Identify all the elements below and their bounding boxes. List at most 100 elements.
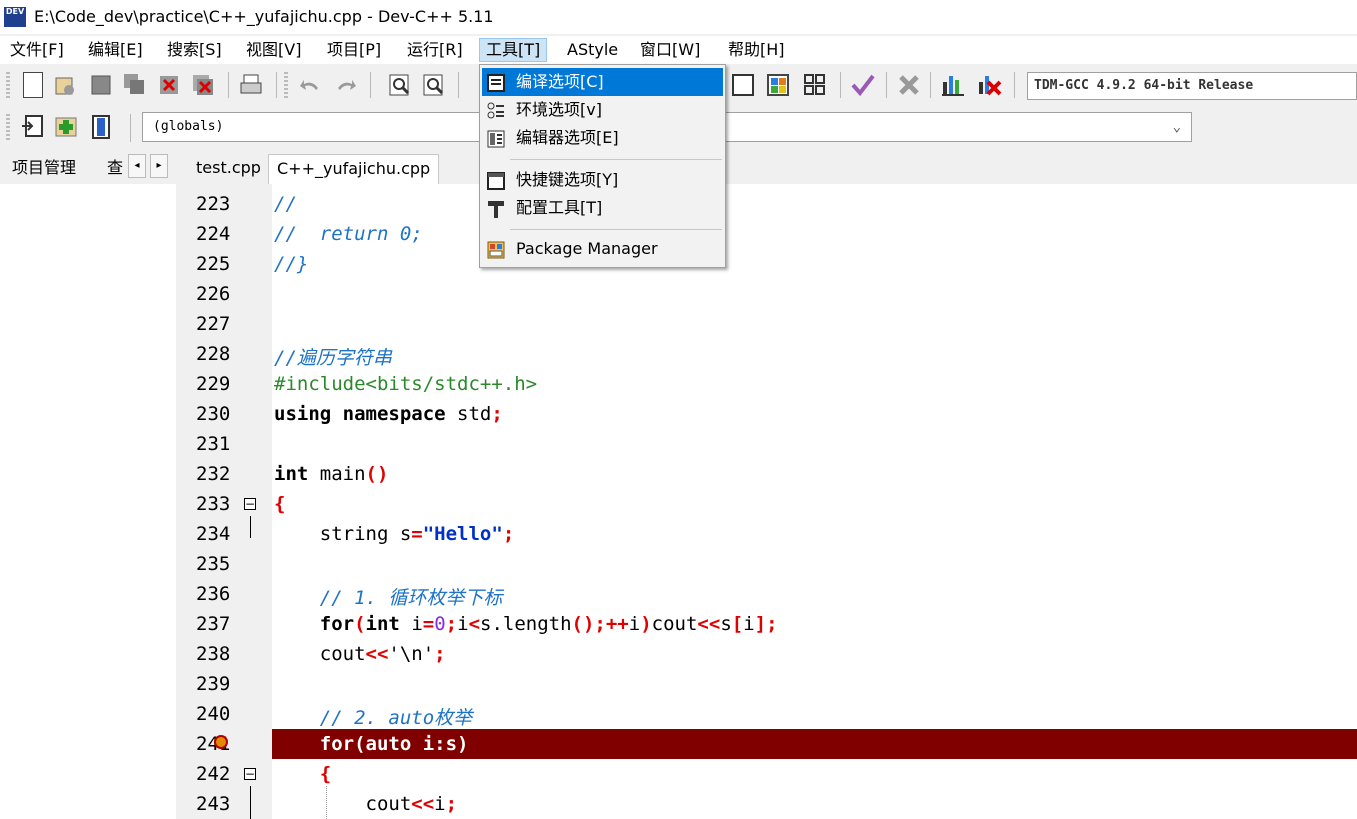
code-text: string s="Hello"; xyxy=(274,523,515,545)
menu-file[interactable]: 文件[F] xyxy=(4,38,70,62)
line-number: 224 xyxy=(196,223,231,245)
toolbar-divider xyxy=(930,72,931,98)
menu-item-package-manager[interactable]: Package Manager xyxy=(482,235,723,263)
stop-icon[interactable] xyxy=(896,72,922,98)
profile-chart-icon[interactable] xyxy=(940,72,966,98)
code-text: #include<bits/stdc++.h> xyxy=(274,373,538,395)
toolbar-grip[interactable] xyxy=(6,114,10,142)
line-number: 233 xyxy=(196,493,231,515)
code-line: 237 for(int i=0;i<s.length();++i)cout<<s… xyxy=(186,609,1357,639)
code-identifier: i xyxy=(457,613,469,635)
code-text: using namespace std; xyxy=(274,403,503,425)
window-title: E:\Code_dev\practice\C++_yufajichu.cpp -… xyxy=(34,7,494,26)
code-editor[interactable]: 223 // 224 // return 0; 225 //} 226 227 … xyxy=(186,184,1357,819)
editor-options-icon xyxy=(487,129,505,148)
new-file-icon[interactable] xyxy=(23,72,43,98)
menu-project[interactable]: 项目[P] xyxy=(321,38,387,62)
compiler-select[interactable]: TDM-GCC 4.9.2 64-bit Release xyxy=(1027,72,1357,100)
find-icon[interactable] xyxy=(388,72,414,98)
file-tab-cpp-yufajichu[interactable]: C++_yufajichu.cpp xyxy=(268,154,440,184)
code-symbol: << xyxy=(411,793,435,815)
code-string: "Hello" xyxy=(422,523,503,545)
menu-astyle[interactable]: AStyle xyxy=(561,38,624,62)
close-all-icon[interactable] xyxy=(190,72,216,98)
grid-view-icon[interactable] xyxy=(802,72,828,98)
code-text: int main() xyxy=(274,463,388,485)
menu-window[interactable]: 窗口[W] xyxy=(634,38,706,62)
window-icon[interactable] xyxy=(732,74,754,96)
toolbar-divider xyxy=(228,72,229,98)
tab-project-manager[interactable]: 项目管理 xyxy=(12,154,76,182)
open-file-icon[interactable] xyxy=(52,72,78,98)
insert-icon[interactable] xyxy=(20,114,46,140)
line-number: 223 xyxy=(196,193,231,215)
menu-search[interactable]: 搜索[S] xyxy=(161,38,228,62)
redo-icon[interactable] xyxy=(332,72,358,98)
line-number: 227 xyxy=(196,313,231,335)
line-number: 237 xyxy=(196,613,231,635)
check-syntax-icon[interactable] xyxy=(850,72,876,98)
code-line: 228 //遍历字符串 xyxy=(186,339,1357,369)
code-line: 240 // 2. auto枚举 xyxy=(186,699,1357,729)
menu-separator xyxy=(510,159,722,160)
code-line-breakpoint: 241 for(auto i:s) xyxy=(186,729,1357,759)
tile-windows-icon[interactable] xyxy=(766,72,792,98)
replace-icon[interactable] xyxy=(422,72,448,98)
code-symbol: ) xyxy=(640,613,652,635)
code-symbol: ; xyxy=(445,793,458,815)
code-line: 223 // xyxy=(186,189,1357,219)
code-line: 234 string s="Hello"; xyxy=(186,519,1357,549)
menu-item-editor-options[interactable]: 编辑器选项[E] xyxy=(482,124,723,152)
breakpoint-icon[interactable] xyxy=(214,735,228,749)
menu-separator xyxy=(510,229,722,230)
toolbar-grip[interactable] xyxy=(284,72,288,98)
tab-scroll-left-icon[interactable]: ◂ xyxy=(128,154,146,178)
code-char: '\n' xyxy=(388,643,435,665)
code-keyword: for xyxy=(319,613,355,635)
add-file-icon[interactable] xyxy=(54,114,80,140)
toolbar-grip[interactable] xyxy=(6,72,10,98)
code-identifier: main xyxy=(308,463,366,485)
save-icon[interactable] xyxy=(88,72,114,98)
menu-item-shortcut-options[interactable]: 快捷键选项[Y] xyxy=(482,166,723,194)
tab-class-browser[interactable]: 查 xyxy=(107,154,123,182)
code-symbol: () xyxy=(365,463,389,485)
menu-tools[interactable]: 工具[T] xyxy=(479,38,548,62)
code-text: // xyxy=(274,193,297,215)
menu-item-environment-options[interactable]: 环境选项[v] xyxy=(482,96,723,124)
close-file-icon[interactable] xyxy=(156,72,182,98)
file-tab-test[interactable]: test.cpp xyxy=(188,154,269,184)
menu-help[interactable]: 帮助[H] xyxy=(722,38,791,62)
code-symbol: [ xyxy=(731,613,744,635)
menu-run[interactable]: 运行[R] xyxy=(401,38,469,62)
fold-collapse-icon[interactable]: − xyxy=(244,498,256,510)
code-symbol: ]; xyxy=(754,613,778,635)
scope-select-value: (globals) xyxy=(153,119,224,134)
hammer-icon xyxy=(487,199,505,218)
line-number: 230 xyxy=(196,403,231,425)
line-number: 235 xyxy=(196,553,231,575)
code-identifier: string s xyxy=(274,523,412,545)
print-icon[interactable] xyxy=(238,72,264,98)
code-symbol: ; xyxy=(434,643,446,665)
save-all-icon[interactable] xyxy=(122,72,148,98)
menu-view[interactable]: 视图[V] xyxy=(240,38,307,62)
fold-collapse-icon[interactable]: − xyxy=(244,768,256,780)
code-line: 238 cout<<'\n'; xyxy=(186,639,1357,669)
title-bar: DEV E:\Code_dev\practice\C++_yufajichu.c… xyxy=(0,0,1357,34)
code-line: 232 int main() xyxy=(186,459,1357,489)
menu-item-label: 配置工具[T] xyxy=(516,198,603,217)
bookmark-icon[interactable] xyxy=(88,114,114,140)
delete-profile-icon[interactable] xyxy=(976,72,1002,98)
code-identifier: i xyxy=(399,613,423,635)
devcpp-app-icon: DEV xyxy=(4,7,26,27)
tab-scroll-right-icon[interactable]: ▸ xyxy=(150,154,168,178)
menu-item-compiler-options[interactable]: 编译选项[C] xyxy=(482,68,723,96)
menu-item-configure-tools[interactable]: 配置工具[T] xyxy=(482,194,723,222)
code-text: //遍历字符串 xyxy=(274,347,392,369)
undo-icon[interactable] xyxy=(298,72,324,98)
menu-edit[interactable]: 编辑[E] xyxy=(82,38,149,62)
chevron-down-icon[interactable]: ⌄ xyxy=(1173,113,1181,141)
project-tree[interactable] xyxy=(0,184,176,819)
code-line: 243 cout<<i; xyxy=(186,789,1357,819)
